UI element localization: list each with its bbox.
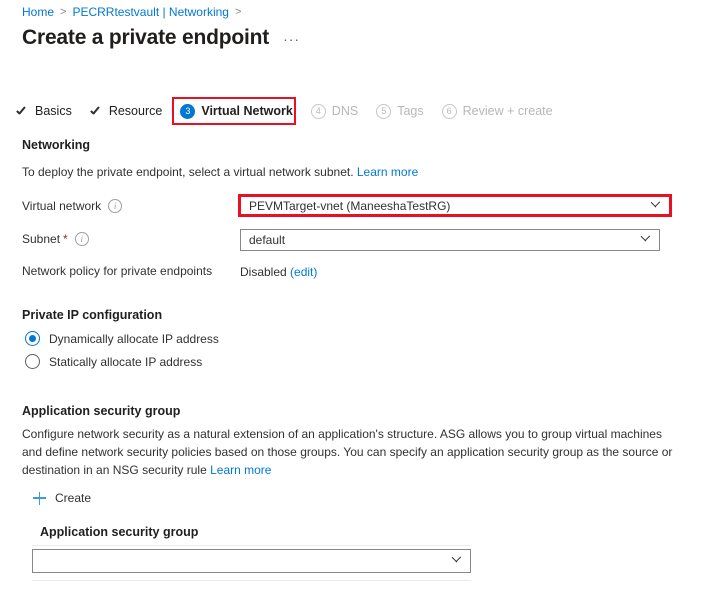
chevron-down-icon — [651, 201, 661, 211]
subnet-label: Subnet — [22, 232, 61, 246]
tab-review-create: 6 Review + create — [441, 103, 553, 119]
networking-description: To deploy the private endpoint, select a… — [22, 163, 418, 181]
tab-basics[interactable]: Basics — [16, 104, 72, 118]
wizard-tabs: Basics Resource 3 Virtual Network 4 DNS … — [16, 98, 571, 124]
asg-field-label: Application security group — [40, 525, 199, 539]
tab-resource-label: Resource — [108, 104, 163, 118]
virtual-network-value: PEVMTarget-vnet (ManeeshaTestRG) — [249, 198, 451, 213]
tab-virtual-network[interactable]: 3 Virtual Network — [180, 103, 293, 119]
create-asg-button-label: Create — [55, 491, 92, 505]
radio-static-ip-label: Statically allocate IP address — [49, 354, 203, 369]
step-number-badge: 4 — [310, 103, 326, 119]
breadcrumb-separator-icon: > — [234, 6, 242, 18]
chevron-down-icon — [641, 235, 651, 245]
tab-dns-label: DNS — [331, 104, 359, 118]
private-ip-heading: Private IP configuration — [22, 308, 163, 322]
tab-virtual-network-label: Virtual Network — [201, 104, 293, 118]
network-policy-edit-link[interactable]: (edit) — [290, 265, 317, 279]
check-icon — [16, 105, 29, 118]
radio-dynamic-ip-label: Dynamically allocate IP address — [49, 331, 219, 346]
asg-learn-more-link[interactable]: Learn more — [210, 463, 271, 477]
virtual-network-label: Virtual network — [22, 199, 102, 213]
subnet-label-row: Subnet * i — [22, 232, 89, 246]
breadcrumb-separator-icon: > — [60, 6, 67, 18]
asg-dropdown[interactable] — [32, 549, 471, 573]
check-icon — [90, 105, 103, 118]
tab-tags: 5 Tags — [376, 103, 424, 119]
page-title: Create a private endpoint — [22, 26, 270, 49]
asg-description-line2: define network security policies based o… — [45, 445, 673, 459]
chevron-down-icon — [452, 556, 462, 566]
tab-tags-label: Tags — [397, 104, 424, 118]
subnet-value: default — [249, 233, 286, 247]
more-menu-icon[interactable]: ··· — [283, 31, 300, 47]
asg-heading: Application security group — [22, 404, 181, 418]
subnet-dropdown[interactable]: default — [240, 229, 660, 251]
tab-basics-label: Basics — [35, 104, 72, 118]
step-number-badge: 3 — [180, 103, 196, 119]
radio-button-icon — [25, 354, 40, 369]
plus-icon — [33, 491, 46, 505]
asg-divider-top — [32, 545, 471, 546]
step-number-badge: 5 — [376, 103, 392, 119]
info-icon[interactable]: i — [74, 232, 89, 246]
networking-heading: Networking — [22, 138, 91, 152]
virtual-network-label-row: Virtual network i — [22, 199, 123, 213]
asg-divider-bottom — [32, 580, 471, 581]
page-title-row: Create a private endpoint ··· — [22, 26, 300, 50]
step-number-badge: 6 — [441, 103, 457, 119]
tab-dns: 4 DNS — [310, 103, 359, 119]
radio-button-icon — [25, 331, 40, 346]
radio-static-ip[interactable]: Statically allocate IP address — [25, 354, 202, 369]
network-policy-value-row: Disabled (edit) — [240, 263, 317, 281]
network-policy-value: Disabled — [240, 265, 287, 279]
asg-description: Configure network security as a natural … — [22, 425, 682, 479]
breadcrumb: Home > PECRRtestvault | Networking > — [22, 4, 247, 20]
networking-description-text: To deploy the private endpoint, select a… — [22, 165, 354, 179]
asg-description-line3: destination in an NSG security rule — [22, 463, 207, 477]
create-asg-button[interactable]: Create — [33, 491, 91, 505]
info-icon[interactable]: i — [108, 199, 123, 213]
breadcrumb-item-networking[interactable]: PECRRtestvault | Networking — [72, 5, 229, 19]
tab-resource[interactable]: Resource — [90, 104, 163, 118]
radio-dynamic-ip[interactable]: Dynamically allocate IP address — [25, 331, 219, 346]
network-policy-label-row: Network policy for private endpoints — [22, 264, 212, 278]
tab-review-create-label: Review + create — [462, 104, 553, 118]
required-marker: * — [63, 232, 68, 246]
network-policy-label: Network policy for private endpoints — [22, 264, 213, 278]
breadcrumb-item-home[interactable]: Home — [22, 5, 54, 19]
networking-learn-more-link[interactable]: Learn more — [357, 165, 418, 179]
virtual-network-dropdown[interactable]: PEVMTarget-vnet (ManeeshaTestRG) — [240, 196, 670, 215]
